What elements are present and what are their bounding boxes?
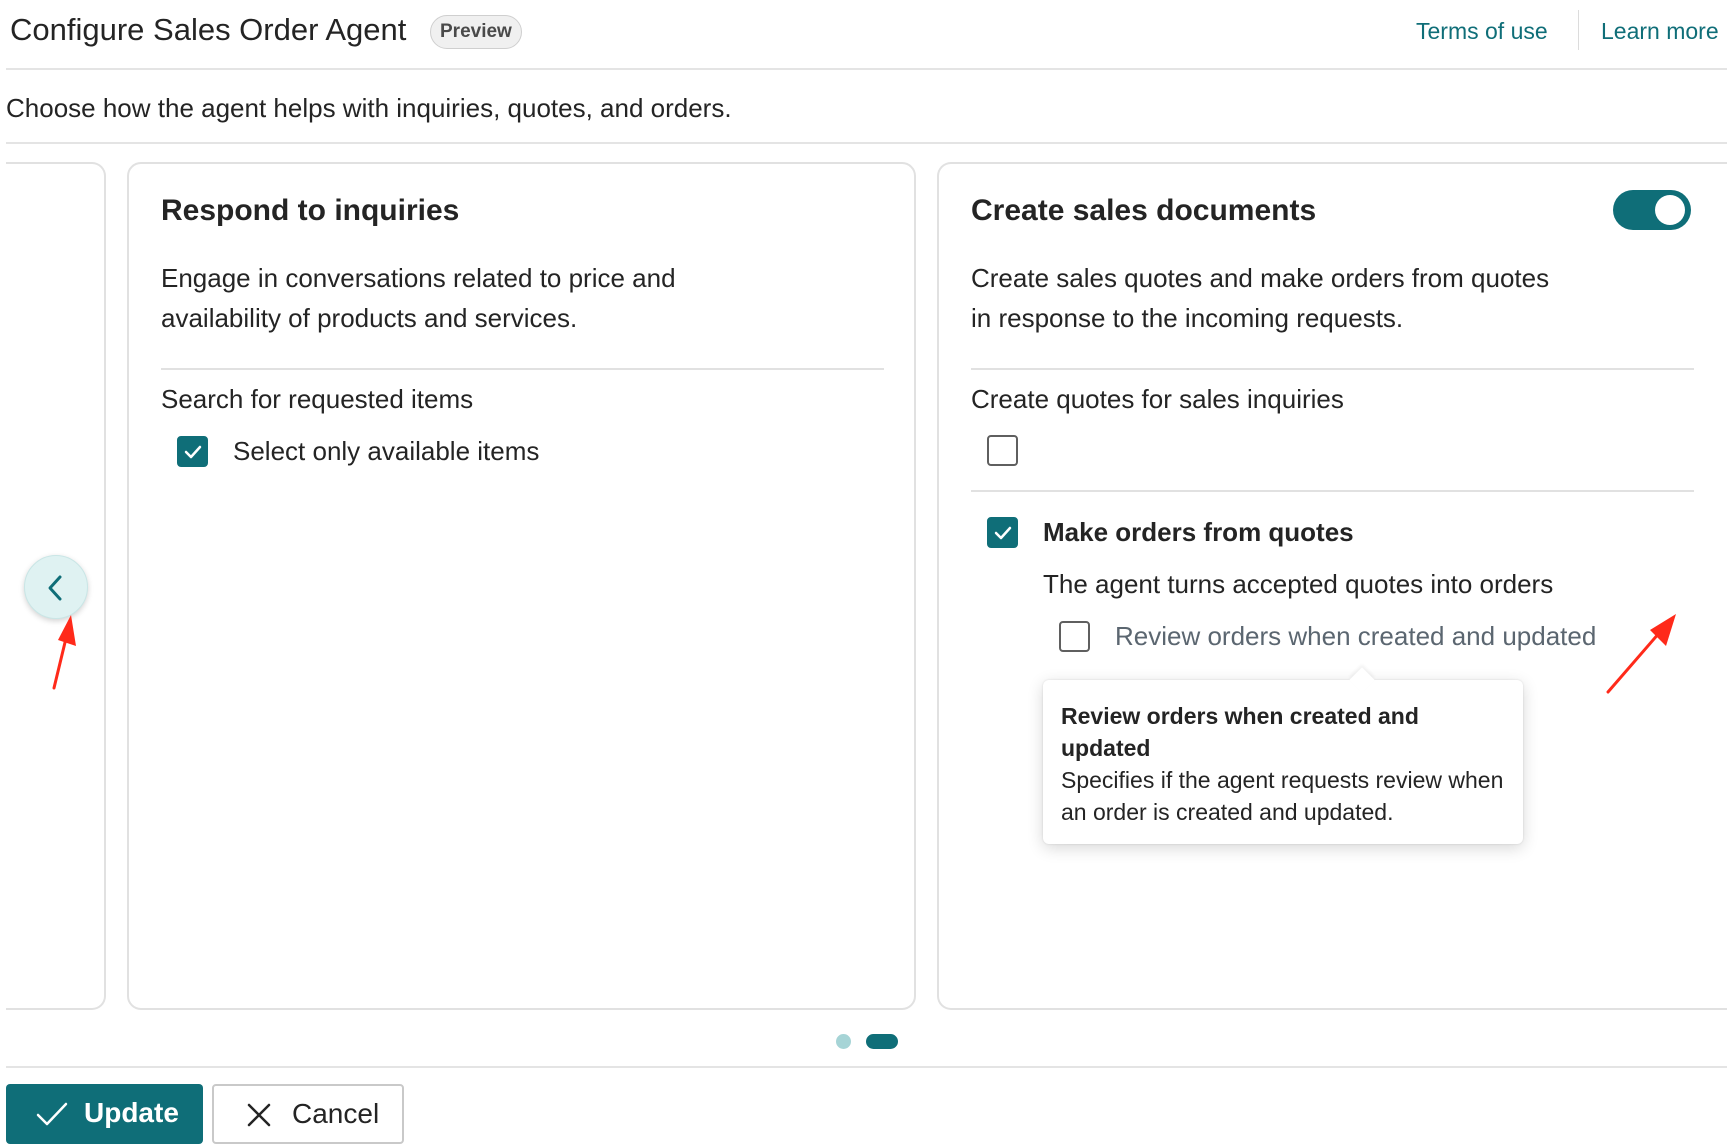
create-quotes-label: Create quotes for sales inquiries — [971, 384, 1344, 414]
card-description: Create sales quotes and make orders from… — [971, 263, 1550, 333]
pagination-dot-1[interactable] — [836, 1034, 851, 1049]
select-available-items-label[interactable]: Select only available items — [233, 436, 539, 467]
card-description: Engage in conversations related to price… — [161, 263, 676, 333]
update-button-label: Update — [84, 1097, 179, 1128]
review-orders-checkbox[interactable] — [1059, 621, 1090, 652]
chevron-left-icon — [48, 575, 62, 601]
card-divider — [971, 368, 1694, 370]
card-title: Respond to inquiries — [161, 194, 460, 227]
annotation-arrow-icon — [52, 615, 76, 690]
checkmark-icon — [184, 445, 202, 459]
review-orders-label[interactable]: Review orders when created and updated — [1115, 621, 1596, 652]
checkmark-icon — [36, 1102, 68, 1126]
make-orders-description: The agent turns accepted quotes into ord… — [1043, 569, 1554, 599]
header: Configure Sales Order Agent Preview Term… — [0, 0, 1727, 70]
annotation-arrow-icon — [1606, 614, 1676, 694]
learn-more-link[interactable]: Learn more — [1601, 18, 1719, 45]
footer-divider — [6, 1066, 1727, 1068]
cancel-button-label: Cancel — [292, 1098, 380, 1129]
card-title: Create sales documents — [971, 194, 1317, 227]
make-orders-checkbox[interactable] — [987, 517, 1018, 548]
make-orders-label[interactable]: Make orders from quotes — [1043, 517, 1354, 548]
page-title: Configure Sales Order Agent — [10, 12, 407, 47]
checkmark-icon — [994, 526, 1012, 540]
tooltip-text: Specifies if the agent requests review w… — [1061, 767, 1504, 825]
create-quotes-checkbox[interactable] — [987, 435, 1018, 466]
subtitle-divider — [6, 142, 1727, 144]
tooltip-title: Review orders when created and updated — [1061, 703, 1419, 761]
card-respond-to-inquiries: Respond to inquiries Engage in conversat… — [127, 162, 916, 1010]
header-separator — [1578, 10, 1579, 50]
card-divider — [971, 490, 1694, 492]
preview-badge: Preview — [430, 15, 522, 49]
create-sales-documents-toggle[interactable] — [1613, 190, 1691, 230]
card-create-sales-documents: Create sales documents Create sales quot… — [937, 162, 1727, 1010]
search-section-label: Search for requested items — [161, 384, 474, 414]
page-subtitle: Choose how the agent helps with inquirie… — [6, 93, 732, 123]
card-divider — [161, 368, 884, 370]
terms-of-use-link[interactable]: Terms of use — [1416, 18, 1548, 45]
select-available-items-checkbox[interactable] — [177, 436, 208, 467]
close-icon — [247, 1103, 271, 1127]
update-button[interactable]: Update — [6, 1084, 203, 1144]
pagination-dot-2-active[interactable] — [866, 1034, 898, 1049]
toggle-knob — [1655, 195, 1685, 225]
header-divider — [6, 68, 1727, 70]
review-orders-tooltip: Review orders when created and updated S… — [1043, 667, 1523, 844]
cancel-button[interactable]: Cancel — [212, 1084, 404, 1144]
